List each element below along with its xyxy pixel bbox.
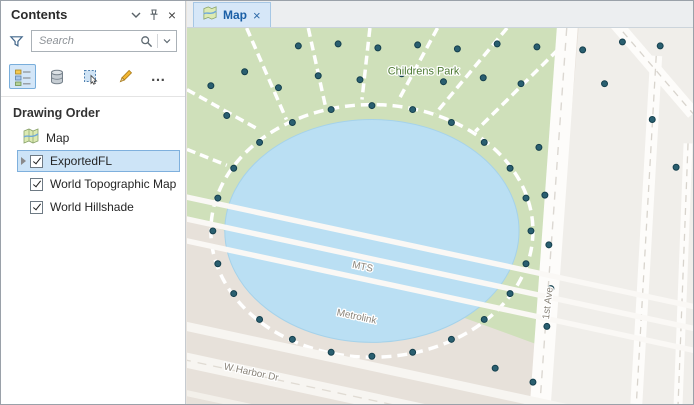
list-by-data-source-button[interactable] [43, 64, 70, 89]
map-point [522, 260, 530, 268]
map-point [533, 43, 541, 51]
list-by-drawing-order-button[interactable] [9, 64, 36, 89]
map-point [207, 82, 215, 90]
map-point [356, 76, 364, 84]
layers-tree: Map ExportedFL World Topographic Map Wor… [1, 126, 185, 218]
map-point [440, 78, 447, 86]
layer-label: World Topographic Map [50, 177, 177, 191]
map-point [327, 348, 335, 356]
map-point [230, 164, 238, 172]
layer-row-exportedfl[interactable]: ExportedFL [17, 150, 180, 172]
map-point [491, 364, 499, 372]
map-point [314, 72, 322, 80]
map-point [327, 106, 335, 114]
map-point [230, 290, 238, 298]
list-by-selection-button[interactable] [77, 64, 104, 89]
expand-arrow-icon[interactable] [21, 157, 26, 165]
map-point [579, 46, 587, 54]
map-point [535, 143, 543, 151]
map-point [334, 40, 342, 48]
map-point [517, 80, 525, 88]
search-row [1, 28, 185, 58]
map-point [543, 322, 551, 330]
filter-funnel-icon[interactable] [8, 33, 25, 50]
map-view[interactable]: Childrens Park MTS Metrolink 1st Ave W Harbo… [187, 28, 693, 404]
pond [224, 119, 520, 343]
map-point [506, 290, 514, 298]
drawing-order-heading: Drawing Order [13, 106, 100, 120]
map-point [288, 119, 296, 126]
view-tab-bar: Map × [187, 1, 693, 28]
map-point [541, 191, 549, 199]
map-point [648, 116, 656, 123]
search-box [31, 30, 177, 52]
divider [157, 34, 158, 48]
layer-checkbox[interactable] [30, 200, 43, 214]
map-point [274, 84, 282, 92]
search-input[interactable] [37, 34, 139, 48]
map-point [256, 315, 264, 323]
map-point [601, 80, 609, 88]
list-by-editing-button[interactable] [111, 64, 138, 89]
tree-node-map[interactable]: Map [1, 126, 185, 149]
map-point [241, 68, 249, 76]
map-label: Childrens Park [388, 66, 460, 78]
pin-icon[interactable] [145, 6, 163, 24]
search-dropdown-chevron-icon[interactable] [161, 32, 173, 50]
map-point [545, 241, 553, 249]
map-point [409, 106, 417, 114]
layer-checkbox[interactable] [30, 154, 43, 168]
map-point [527, 227, 535, 235]
map-point [529, 378, 537, 386]
map-point [374, 44, 382, 52]
chevron-down-icon[interactable] [127, 6, 145, 24]
map-point [214, 194, 222, 202]
map-point [479, 74, 487, 82]
contents-panel: Contents × Search … Drawing Order Map Ex… [1, 1, 186, 404]
map-point [447, 119, 455, 126]
map-point [409, 348, 417, 356]
map-point [480, 138, 488, 146]
layer-row-world-hillshade[interactable]: World Hillshade [17, 196, 180, 218]
map-canvas[interactable]: Childrens ParkMTSMetrolink 1st AveW Harbo… [187, 28, 693, 404]
arcgis-window: Contents × Search … Drawing Order Map Ex… [0, 0, 694, 405]
tab-label: Map [223, 8, 247, 22]
map-point [480, 315, 488, 323]
map-point [672, 163, 680, 171]
tab-close-icon[interactable]: × [253, 9, 261, 22]
checkmark-icon [32, 155, 41, 165]
map-point [453, 45, 461, 53]
checkmark-icon [32, 178, 41, 188]
map-point [414, 41, 422, 49]
map-point [493, 40, 501, 48]
map-point [214, 260, 222, 268]
map-point [522, 194, 530, 202]
search-icon[interactable] [139, 34, 154, 49]
contents-header: Contents × [1, 1, 185, 28]
map-point [656, 42, 664, 50]
contents-toolbar: … [1, 58, 185, 97]
map-point [506, 164, 514, 172]
map-point [288, 335, 296, 343]
map-point [618, 38, 626, 46]
map-tab-icon [203, 5, 217, 25]
close-icon[interactable]: × [163, 6, 181, 24]
panel-title: Contents [11, 7, 68, 22]
map-point [368, 102, 376, 110]
map-node-label: Map [46, 130, 70, 145]
map-point [256, 138, 264, 146]
map-point [223, 112, 231, 120]
more-options-button[interactable]: … [145, 64, 172, 89]
layer-checkbox[interactable] [30, 177, 43, 191]
checkmark-icon [32, 201, 41, 211]
map-point [209, 227, 217, 235]
map-point [447, 335, 455, 343]
tab-map[interactable]: Map × [193, 2, 271, 27]
layer-label: ExportedFL [50, 154, 113, 168]
layer-row-world-topographic-map[interactable]: World Topographic Map [17, 173, 180, 195]
map-point [368, 352, 376, 360]
map-node-icon [23, 128, 39, 147]
map-point [294, 42, 302, 50]
layer-label: World Hillshade [50, 200, 134, 214]
